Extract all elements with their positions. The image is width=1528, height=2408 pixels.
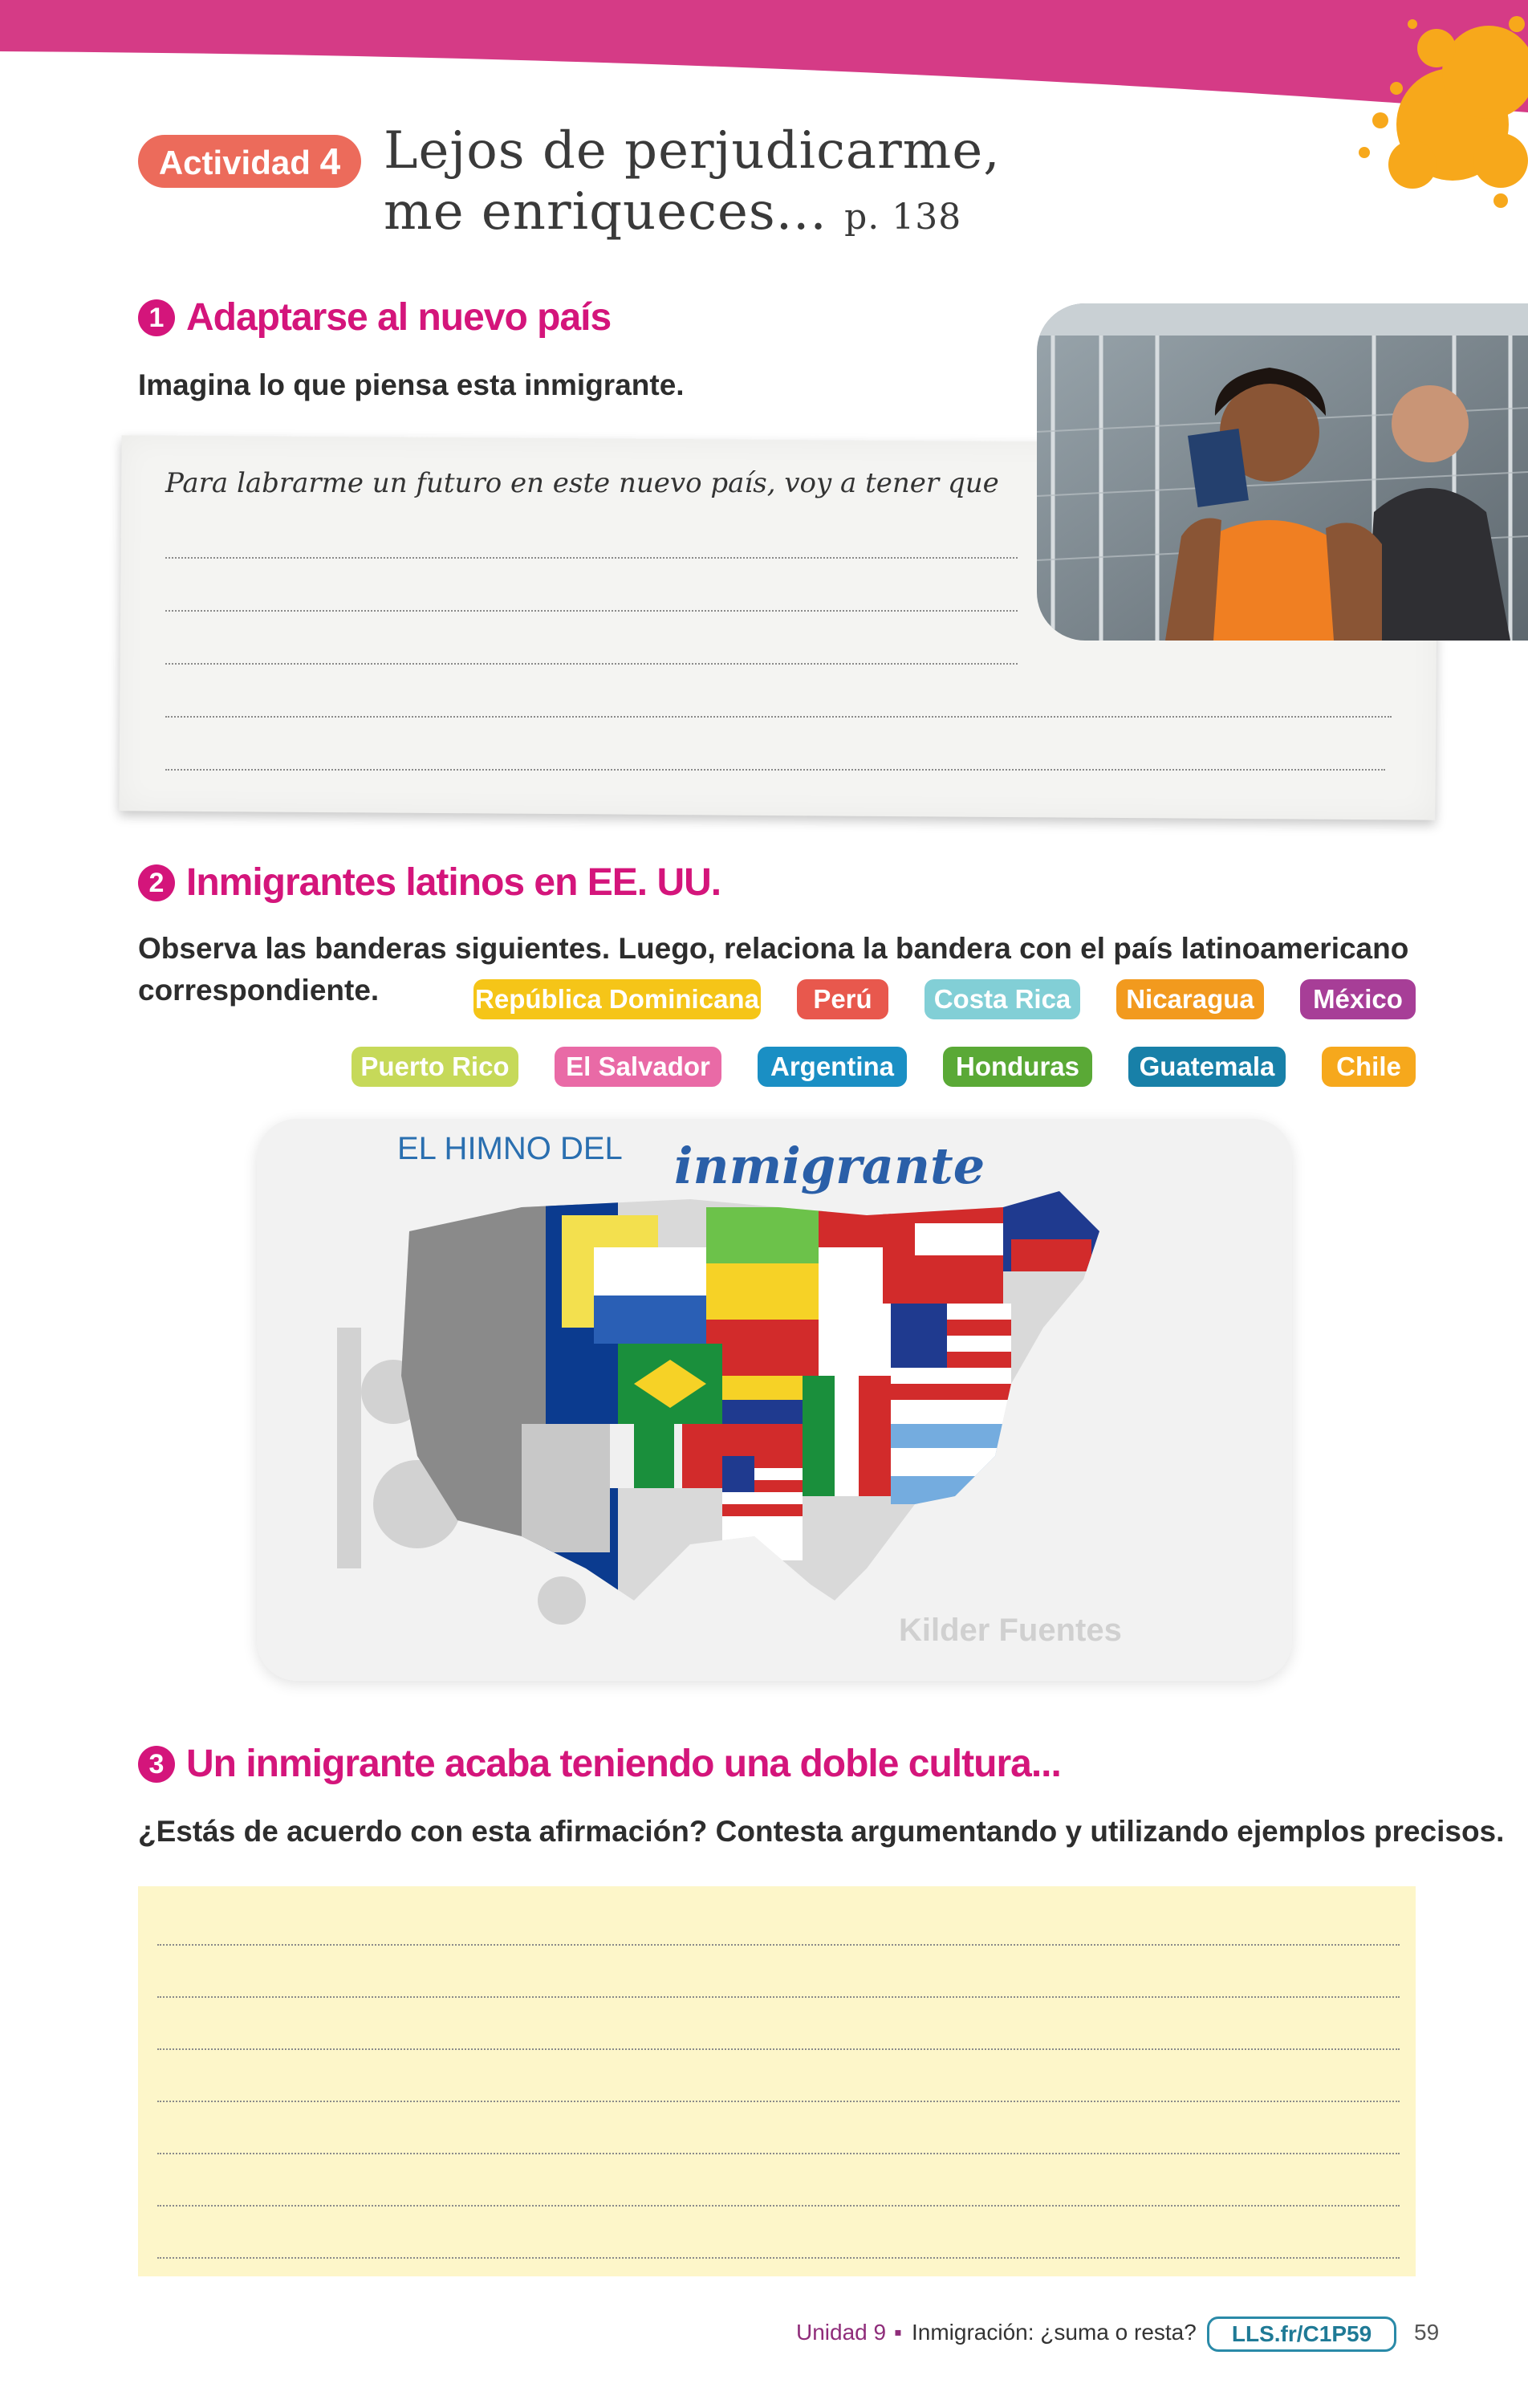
section2-heading: 2 Inmigrantes latinos en EE. UU. [138, 860, 721, 905]
footer-unit: Unidad 9 [796, 2320, 887, 2345]
footer-topic: Inmigración: ¿suma o resta? [912, 2320, 1197, 2345]
answer-line[interactable] [165, 663, 1018, 665]
section3-instruction: ¿Estás de acuerdo con esta afirmación? C… [138, 1815, 1505, 1848]
answer-line[interactable] [165, 557, 1018, 559]
country-tag[interactable]: Perú [797, 979, 888, 1019]
section3-title: Un inmigrante acaba teniendo una doble c… [186, 1743, 1062, 1785]
answer-line[interactable] [157, 2257, 1400, 2259]
page-number: 59 [1414, 2320, 1440, 2345]
section3-heading: 3 Un inmigrante acaba teniendo una doble… [138, 1742, 1062, 1786]
activity-badge: Actividad 4 [138, 135, 361, 188]
country-tag[interactable]: México [1300, 979, 1416, 1019]
poster-title-small: EL HIMNO DEL [397, 1131, 623, 1166]
section3-number: 3 [138, 1745, 175, 1783]
section1-heading: 1 Adaptarse al nuevo país [138, 295, 612, 340]
page-reference: p. 138 [844, 197, 962, 238]
answer-line[interactable] [165, 716, 1392, 718]
country-tag[interactable]: Argentina [758, 1047, 907, 1087]
country-tag[interactable]: Costa Rica [925, 979, 1080, 1019]
answer-line[interactable] [157, 1996, 1400, 1998]
section2-title: Inmigrantes latinos en EE. UU. [186, 861, 721, 904]
himno-poster: EL HIMNO DEL inmigrante Kilder Fuentes [257, 1119, 1292, 1681]
section1-instruction: Imagina lo que piensa esta inmigrante. [138, 368, 685, 401]
activity-title-line2: me enriqueces... [384, 182, 827, 242]
country-tag[interactable]: Guatemala [1128, 1047, 1286, 1087]
section1-title: Adaptarse al nuevo país [186, 296, 612, 339]
country-tag[interactable]: República Dominicana [473, 979, 761, 1019]
footer-separator: ▪ [894, 2320, 902, 2345]
country-tag[interactable]: El Salvador [555, 1047, 721, 1087]
country-tag[interactable]: Puerto Rico [352, 1047, 518, 1087]
immigrant-photo-illustration [1037, 303, 1528, 641]
answer-line[interactable] [165, 769, 1385, 771]
activity-title-line1: Lejos de perjudicarme, [384, 121, 1001, 181]
section1-number: 1 [138, 299, 175, 336]
activity-badge-number: 4 [319, 140, 341, 182]
answer-line[interactable] [157, 2205, 1400, 2207]
answer-line[interactable] [157, 2153, 1400, 2154]
note-prompt: Para labrarme un futuro en este nuevo pa… [165, 467, 999, 499]
answer-line[interactable] [157, 1944, 1400, 1946]
poster-artist: Kilder Fuentes [899, 1613, 1122, 1648]
answer-line[interactable] [165, 610, 1018, 612]
answer-line[interactable] [157, 2101, 1400, 2102]
immigrant-photo [1037, 303, 1528, 641]
country-tag[interactable]: Honduras [943, 1047, 1092, 1087]
poster-title-script: inmigrante [674, 1137, 985, 1195]
answer-line[interactable] [157, 2048, 1400, 2050]
header-band [0, 0, 1528, 112]
flag-map-illustration: EL HIMNO DEL inmigrante Kilder Fuentes [257, 1119, 1292, 1681]
country-tag[interactable]: Nicaragua [1116, 979, 1264, 1019]
activity-title: Lejos de perjudicarme, me enriqueces... … [384, 120, 1001, 248]
section2-instruction-line2: correspondiente. [138, 974, 380, 1007]
footer-link-code[interactable]: LLS.fr/C1P59 [1207, 2316, 1396, 2352]
activity-badge-word: Actividad [158, 144, 311, 181]
section2-number: 2 [138, 864, 175, 901]
country-tag[interactable]: Chile [1322, 1047, 1416, 1087]
paint-splash-decoration [1359, 16, 1528, 208]
section2-instruction-line1: Observa las banderas siguientes. Luego, … [138, 932, 1409, 965]
